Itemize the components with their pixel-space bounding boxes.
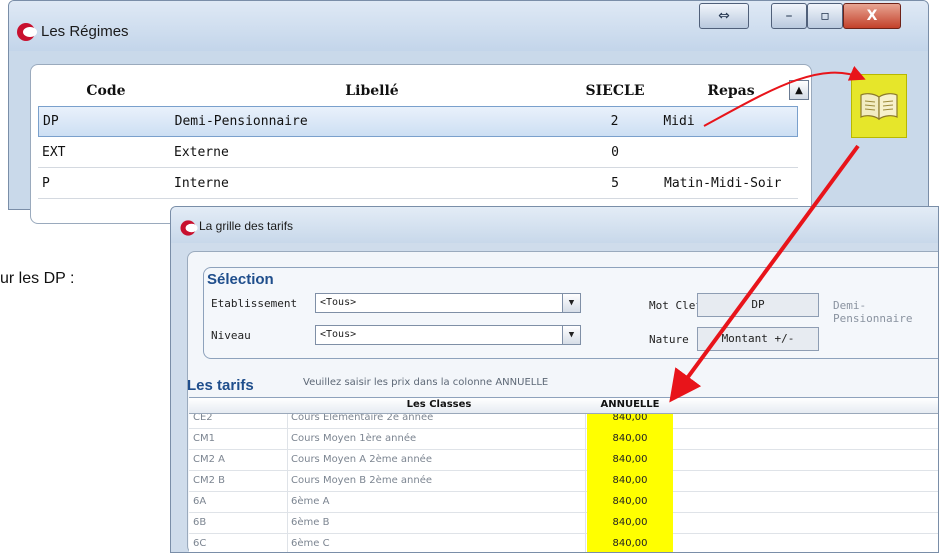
arrow-to-annuelle-column: [669, 144, 860, 403]
annotation-arrows: [669, 65, 866, 403]
arrow-to-book-icon: [703, 65, 866, 127]
